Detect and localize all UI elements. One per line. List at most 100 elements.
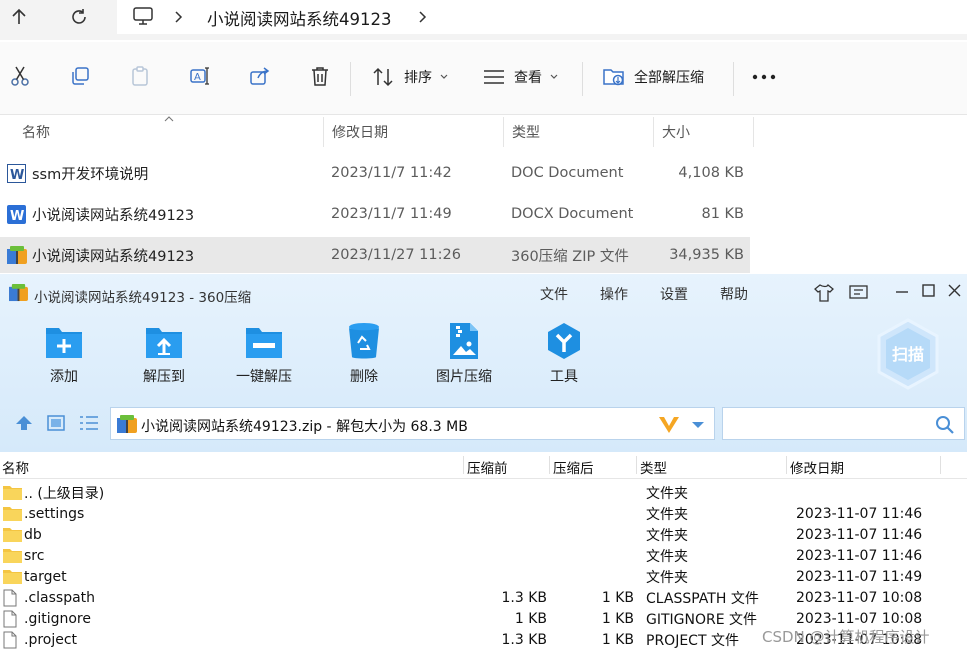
zip-row[interactable]: .classpath 1.3 KB 1 KB CLASSPATH 文件 2023-11-…	[0, 587, 967, 608]
extract-all-button[interactable]: 全部解压缩	[603, 64, 704, 90]
back-button[interactable]	[4, 2, 34, 32]
tool-extract-to-label: 解压到	[143, 369, 185, 385]
zip-row-after	[549, 482, 634, 503]
file-size: 81 KB	[701, 206, 744, 222]
sort-ascending-icon	[164, 116, 174, 122]
zip-row[interactable]: db 文件夹 2023-11-07 11:46	[0, 524, 967, 545]
extract-to-folder-icon	[146, 328, 182, 358]
file-size: 4,108 KB	[678, 165, 744, 181]
menu-operate[interactable]: 操作	[600, 284, 628, 304]
dropdown-arrow-icon[interactable]	[691, 421, 705, 429]
more-button[interactable]	[750, 64, 778, 90]
zip-archive-icon	[7, 237, 27, 273]
search-input[interactable]	[722, 407, 965, 440]
delete-button[interactable]	[300, 56, 340, 96]
zip-row[interactable]: .settings 文件夹 2023-11-07 11:46	[0, 503, 967, 524]
zip-col-date[interactable]: 修改日期	[790, 457, 844, 477]
file-row[interactable]: W ssm开发环境说明 2023/11/7 11:42 DOC Document…	[0, 155, 750, 191]
zip-col-before[interactable]: 压缩前	[467, 457, 508, 477]
view-list-icon	[484, 70, 504, 84]
column-header-type[interactable]: 类型	[504, 117, 654, 147]
zip-row-type: 文件夹	[646, 569, 688, 586]
thumbnail-view-icon[interactable]	[47, 415, 65, 431]
chevron-down-icon	[440, 74, 448, 79]
tool-quick-extract-button[interactable]: 一键解压	[224, 322, 304, 386]
zip-row-name: .settings	[24, 505, 85, 522]
zip-row-before	[463, 503, 547, 524]
zip-row-after	[549, 524, 634, 545]
zip-col-after[interactable]: 压缩后	[553, 457, 594, 477]
zip-row-date: 2023-11-07 10:08	[796, 589, 923, 606]
path-field[interactable]: 小说阅读网站系统49123.zip - 解包大小为 68.3 MB	[110, 407, 715, 440]
tool-add-button[interactable]: 添加	[24, 322, 104, 386]
copy-icon	[72, 67, 89, 85]
tools-hex-icon	[548, 323, 580, 359]
file-name: ssm开发环境说明	[32, 166, 149, 183]
sort-button[interactable]: 排序	[372, 64, 448, 90]
arrow-up-icon	[12, 8, 26, 24]
zip-row-after	[549, 503, 634, 524]
share-button[interactable]	[240, 56, 280, 96]
column-header-date[interactable]: 修改日期	[324, 117, 504, 147]
folder-icon	[3, 566, 22, 587]
search-icon[interactable]	[935, 415, 955, 435]
list-view-icon[interactable]	[80, 416, 98, 430]
zip-window-title: 小说阅读网站系统49123 - 360压缩	[34, 290, 252, 306]
feedback-icon[interactable]	[849, 285, 868, 301]
view-label: 查看	[514, 70, 542, 86]
tool-add-label: 添加	[50, 369, 78, 385]
up-level-icon[interactable]	[15, 415, 33, 431]
refresh-button[interactable]	[64, 2, 94, 32]
zip-row-date: 2023-11-07 11:46	[796, 505, 923, 522]
breadcrumb-folder[interactable]: 小说阅读网站系统49123	[207, 6, 392, 30]
column-divider	[940, 456, 941, 474]
file-row[interactable]: W 小说阅读网站系统49123 2023/11/7 11:49 DOCX Doc…	[0, 196, 750, 232]
scan-label: 扫描	[891, 345, 924, 364]
menu-file[interactable]: 文件	[540, 284, 568, 304]
zip-row[interactable]: target 文件夹 2023-11-07 11:49	[0, 566, 967, 587]
menu-settings[interactable]: 设置	[660, 284, 688, 304]
column-header-label: 名称	[22, 125, 50, 141]
file-row-selected[interactable]: 小说阅读网站系统49123 2023/11/27 11:26 360压缩 ZIP…	[0, 237, 750, 273]
copy-button[interactable]	[60, 56, 100, 96]
zip-row-after: 1 KB	[601, 589, 634, 606]
file-icon	[3, 587, 17, 608]
breadcrumb[interactable]: 小说阅读网站系统49123	[117, 0, 967, 34]
file-size: 34,935 KB	[669, 247, 744, 263]
cut-button[interactable]	[0, 56, 40, 96]
zip-row[interactable]: .. (上级目录) 文件夹	[0, 482, 967, 503]
tool-extract-to-button[interactable]: 解压到	[124, 322, 204, 386]
tool-quick-extract-label: 一键解压	[236, 369, 292, 385]
tool-image-compress-button[interactable]: 图片压缩	[424, 322, 504, 386]
menu-help[interactable]: 帮助	[720, 284, 748, 304]
file-icon	[3, 629, 17, 650]
zip-row-after: 1 KB	[601, 610, 634, 627]
zip-row-type: 文件夹	[646, 485, 688, 502]
skin-shirt-icon[interactable]	[814, 284, 834, 302]
zip-row-name: src	[24, 547, 45, 564]
view-button[interactable]: 查看	[484, 64, 558, 90]
tool-delete-button[interactable]: 删除	[324, 322, 404, 386]
column-divider	[549, 456, 550, 474]
zip-row[interactable]: src 文件夹 2023-11-07 11:46	[0, 545, 967, 566]
paste-button[interactable]	[120, 56, 160, 96]
zip-row-before: 1 KB	[514, 610, 547, 627]
scissors-icon	[11, 66, 29, 86]
scan-button[interactable]: 扫描	[876, 318, 940, 390]
tool-tools-label: 工具	[550, 369, 578, 385]
file-date: 2023/11/7 11:42	[331, 165, 452, 181]
tool-tools-button[interactable]: 工具	[524, 322, 604, 386]
column-header-size[interactable]: 大小	[654, 117, 754, 147]
maximize-icon[interactable]	[922, 284, 935, 297]
column-header-label: 修改日期	[332, 125, 388, 141]
zip-row-name: .. (上级目录)	[24, 485, 105, 502]
rename-button[interactable]: A	[180, 56, 220, 96]
close-icon[interactable]	[948, 284, 961, 297]
v-logo-icon[interactable]	[658, 415, 680, 435]
column-divider	[636, 456, 637, 474]
zip-col-type[interactable]: 类型	[640, 457, 667, 477]
image-compress-icon	[450, 323, 478, 359]
zip-col-name[interactable]: 名称	[2, 457, 29, 477]
path-text: 小说阅读网站系统49123.zip - 解包大小为 68.3 MB	[141, 419, 468, 435]
minimize-icon[interactable]	[896, 291, 908, 293]
